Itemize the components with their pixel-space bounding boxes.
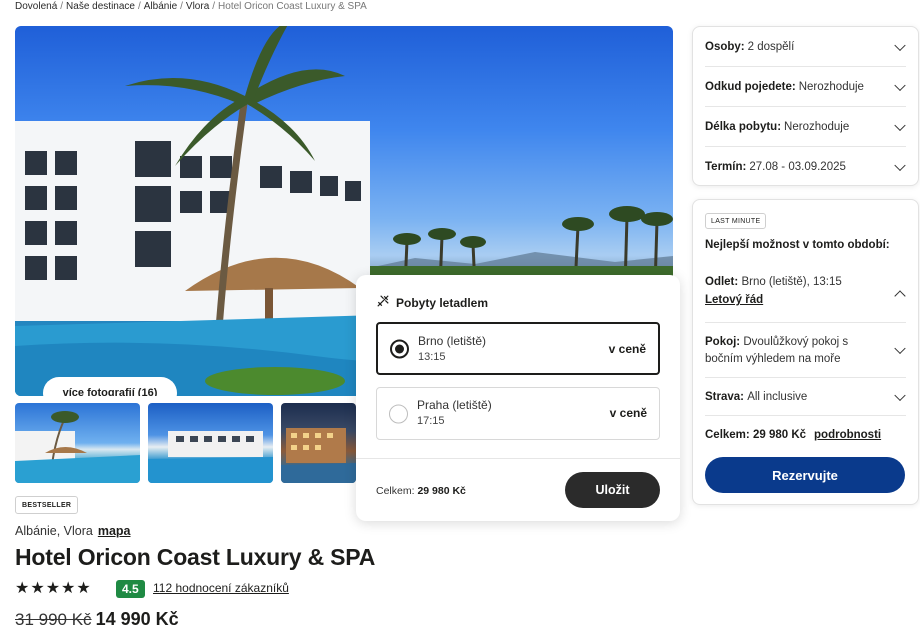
breadcrumb-current: Hotel Oricon Coast Luxury & SPA <box>218 1 367 12</box>
breadcrumb-item-dovolena[interactable]: Dovolená <box>15 1 57 12</box>
room-row[interactable]: Pokoj: Dvoulůžkový pokoj s bočním výhled… <box>705 323 906 378</box>
details-link[interactable]: podrobnosti <box>814 429 881 441</box>
total-row: Celkem: 29 980 Kč podrobnosti <box>705 416 906 454</box>
search-selectors-panel: Osoby: 2 dospělí Odkud pojedete: Nerozhodu… <box>692 26 919 186</box>
customer-reviews-link[interactable]: 112 hodnocení zákazníků <box>153 581 289 595</box>
flight-selection-popup: Pobyty letadlem Brno (letiště) 13:15 v c… <box>356 275 680 521</box>
chevron-down-icon <box>894 39 906 51</box>
location-text: Albánie, Vlora <box>15 524 93 538</box>
save-button[interactable]: Uložit <box>565 472 660 508</box>
chevron-down-icon <box>894 119 906 131</box>
breadcrumb-separator: / <box>212 1 216 12</box>
breadcrumb-item-vlora[interactable]: Vlora <box>186 1 209 12</box>
flight-option-brno[interactable]: Brno (letiště) 13:15 v ceně <box>376 322 660 375</box>
departure-row[interactable]: Odlet: Brno (letiště), 13:15 Letový řád <box>705 266 906 323</box>
thumbnail-illustration <box>281 428 356 483</box>
persons-value: 2 dospělí <box>747 40 795 53</box>
airplane-icon <box>376 294 390 311</box>
stay-length-label: Délka pobytu: <box>705 120 782 133</box>
best-offer-panel: LAST MINUTE Nejlepší možnost v tomto obd… <box>692 199 919 505</box>
persons-selector[interactable]: Osoby: 2 dospělí <box>705 27 906 67</box>
star-icon: ★ <box>30 580 45 597</box>
star-icon: ★ <box>15 580 30 597</box>
price-row: 31 990 Kč 14 990 Kč <box>15 609 179 630</box>
board-row[interactable]: Strava: All inclusive <box>705 378 906 416</box>
popup-title: Pobyty letadlem <box>396 295 489 310</box>
popup-total-value: 29 980 Kč <box>417 485 466 497</box>
option-city: Brno (letiště) <box>418 334 487 348</box>
more-photos-button[interactable]: více fotografií (16) <box>43 377 177 396</box>
star-icon: ★ <box>76 580 91 597</box>
reserve-button[interactable]: Rezervujte <box>705 457 905 493</box>
last-minute-badge: LAST MINUTE <box>705 213 767 229</box>
radio-selected-icon[interactable] <box>390 339 409 358</box>
best-option-heading: Nejlepší možnost v tomto období: <box>705 239 890 251</box>
option-time: 17:15 <box>417 415 445 427</box>
chevron-down-icon <box>894 79 906 91</box>
hotel-title: Hotel Oricon Coast Luxury & SPA <box>15 544 376 570</box>
departure-from-value: Nerozhoduje <box>798 80 864 93</box>
rating-score-badge: 4.5 <box>116 580 145 598</box>
option-price: v ceně <box>608 342 646 356</box>
photo-thumbnail[interactable] <box>281 403 356 483</box>
radio-unselected-icon[interactable] <box>389 404 408 423</box>
flight-option-praha[interactable]: Praha (letiště) 17:15 v ceně <box>376 387 660 440</box>
breadcrumb-item-destinace[interactable]: Naše destinace <box>66 1 135 12</box>
departure-from-selector[interactable]: Odkud pojedete: Nerozhoduje <box>705 67 906 107</box>
date-selector[interactable]: Termín: 27.08 - 03.09.2025 <box>705 147 906 187</box>
thumbnail-illustration <box>148 431 273 483</box>
board-value: All inclusive <box>747 390 808 403</box>
chevron-down-icon <box>894 389 906 401</box>
stay-length-selector[interactable]: Délka pobytu: Nerozhoduje <box>705 107 906 147</box>
photo-thumbnail[interactable] <box>148 403 273 483</box>
departure-value: Brno (letiště), 13:15 <box>741 276 842 288</box>
stay-length-value: Nerozhoduje <box>784 120 850 133</box>
bestseller-badge: BESTSELLER <box>15 496 79 514</box>
star-rating: ★ ★ ★ ★ ★ <box>15 580 91 598</box>
star-icon: ★ <box>45 580 61 597</box>
photo-thumbnails <box>15 403 356 483</box>
popup-header: Pobyty letadlem <box>376 294 488 311</box>
date-value: 27.08 - 03.09.2025 <box>749 161 846 173</box>
option-city: Praha (letiště) <box>417 398 492 412</box>
hotel-location: Albánie, Vlora mapa <box>15 524 130 538</box>
popup-total: Celkem: 29 980 Kč <box>376 485 466 497</box>
option-price: v ceně <box>609 406 647 420</box>
thumbnail-illustration <box>15 411 140 483</box>
room-label: Pokoj: <box>705 336 741 348</box>
chevron-down-icon <box>894 159 906 172</box>
date-label: Termín: <box>705 161 747 173</box>
flight-schedule-link[interactable]: Letový řád <box>705 294 906 306</box>
current-price: 14 990 Kč <box>95 609 179 629</box>
total-label: Celkem: <box>705 429 750 441</box>
chevron-down-icon <box>894 342 906 355</box>
board-label: Strava: <box>705 390 744 403</box>
departure-from-label: Odkud pojedete: <box>705 80 796 93</box>
breadcrumb: Dovolená / Naše destinace / Albánie / Vlora / Ho… <box>15 1 367 12</box>
photo-thumbnail[interactable] <box>15 403 140 483</box>
breadcrumb-separator: / <box>180 1 183 12</box>
map-link[interactable]: mapa <box>98 524 131 538</box>
old-price: 31 990 Kč <box>15 610 92 629</box>
popup-total-label: Celkem: <box>376 485 415 497</box>
breadcrumb-item-albanie[interactable]: Albánie <box>144 1 177 12</box>
breadcrumb-separator: / <box>60 1 64 12</box>
persons-label: Osoby: <box>705 40 745 53</box>
popup-divider <box>356 458 680 459</box>
breadcrumb-separator: / <box>137 1 141 12</box>
departure-label: Odlet: <box>705 276 739 288</box>
option-time: 13:15 <box>418 351 446 363</box>
star-icon: ★ <box>61 580 76 597</box>
total-value: 29 980 Kč <box>752 429 807 441</box>
